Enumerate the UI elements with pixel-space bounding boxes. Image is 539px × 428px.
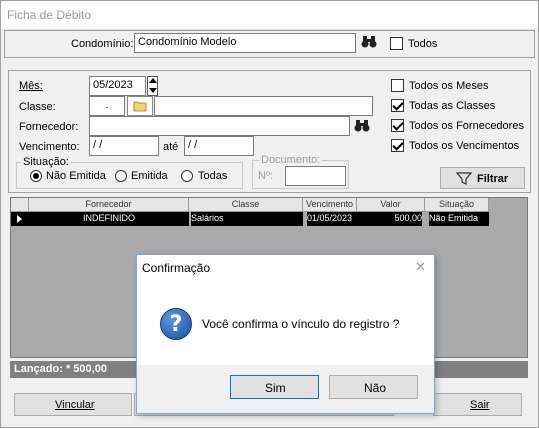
- cell-fornecedor: INDEFINIDO: [29, 212, 189, 226]
- documento-label: Documento:: [259, 154, 323, 166]
- title-bar: Ficha de Débito: [0, 0, 539, 30]
- ate-label: até: [163, 141, 179, 153]
- folder-icon[interactable]: [127, 96, 153, 116]
- cell-situacao: Não Emitida: [429, 212, 489, 226]
- nao-label: Não: [364, 381, 387, 395]
- condominio-label: Condomínio:: [71, 38, 134, 50]
- sim-label: Sim: [265, 381, 286, 395]
- sim-button[interactable]: Sim: [230, 375, 319, 399]
- cell-vencimento: 01/05/2023: [307, 212, 357, 226]
- condominio-input[interactable]: Condomínio Modelo: [134, 33, 356, 53]
- todos-vencimentos-checkbox[interactable]: [391, 139, 404, 152]
- condominio-panel: Condomínio: Condomínio Modelo Todos: [4, 30, 535, 58]
- close-icon[interactable]: ✕: [415, 259, 426, 275]
- lancado-total: Lançado: * 500,00: [14, 363, 107, 375]
- fornecedor-input[interactable]: [89, 116, 350, 136]
- vincular-button[interactable]: Vincular: [14, 393, 132, 416]
- radio-emitida-label: Emitida: [131, 170, 168, 182]
- dialog-message: Você confirma o vínculo do registro ?: [202, 317, 400, 331]
- venc-de-input[interactable]: / /: [89, 136, 159, 156]
- window-title: Ficha de Débito: [7, 8, 92, 22]
- todas-classes-label: Todas as Classes: [409, 100, 496, 112]
- radio-todas[interactable]: [181, 170, 193, 182]
- col-fornecedor[interactable]: Fornecedor: [29, 198, 189, 212]
- mes-spinner[interactable]: [147, 76, 158, 96]
- venc-ate-input[interactable]: / /: [184, 136, 254, 156]
- vencimento-label: Vencimento:: [19, 141, 80, 153]
- filtrar-button[interactable]: Filtrar: [440, 167, 525, 189]
- todos-vencimentos-label: Todos os Vencimentos: [409, 140, 520, 152]
- sair-button[interactable]: Sair: [433, 393, 522, 416]
- col-situacao[interactable]: Situação: [425, 198, 489, 212]
- vincular-label: Vincular: [55, 399, 95, 411]
- sair-label: Sair: [470, 399, 490, 411]
- col-classe[interactable]: Classe: [189, 198, 303, 212]
- todos-fornecedores-checkbox[interactable]: [391, 119, 404, 132]
- todos-label: Todos: [408, 38, 438, 50]
- table-row[interactable]: INDEFINIDO Salários 01/05/2023 500,00 Nã…: [11, 212, 489, 226]
- classe-code-input[interactable]: .: [89, 96, 125, 116]
- nao-button[interactable]: Não: [329, 375, 418, 399]
- filtrar-label: Filtrar: [477, 173, 509, 185]
- col-vencimento[interactable]: Vencimento: [303, 198, 357, 212]
- radio-nao-emitida[interactable]: [30, 170, 42, 182]
- radio-nao-emitida-label: Não Emitida: [46, 170, 106, 182]
- mes-label: Mês:: [19, 80, 43, 92]
- todos-fornecedores-label: Todos os Fornecedores: [409, 120, 524, 132]
- grid-corner: [11, 198, 29, 212]
- classe-desc-input[interactable]: [154, 96, 373, 116]
- confirm-dialog: Confirmação ✕ ? Você confirma o vínculo …: [136, 254, 435, 414]
- todos-meses-label: Todos os Meses: [409, 80, 489, 92]
- dialog-body: ? Você confirma o vínculo do registro ?: [137, 279, 434, 365]
- row-indicator: [11, 212, 29, 226]
- spin-down-icon[interactable]: [149, 88, 157, 93]
- situacao-label: Situação:: [21, 156, 71, 168]
- col-valor[interactable]: Valor: [357, 198, 425, 212]
- numero-label: Nº:: [258, 170, 274, 182]
- dialog-titlebar: Confirmação ✕: [137, 255, 434, 279]
- classe-label: Classe:: [19, 101, 56, 113]
- search-icon[interactable]: [361, 35, 377, 52]
- fornecedor-label: Fornecedor:: [19, 121, 79, 133]
- radio-todas-label: Todas: [198, 170, 228, 182]
- fornecedor-search-icon[interactable]: [354, 119, 370, 136]
- cell-valor: 500,00: [357, 212, 422, 226]
- spin-up-icon[interactable]: [149, 78, 157, 83]
- grid-header: Fornecedor Classe Vencimento Valor Situa…: [11, 198, 489, 212]
- todos-checkbox[interactable]: [390, 37, 403, 50]
- todas-classes-checkbox[interactable]: [391, 99, 404, 112]
- mes-input[interactable]: 05/2023: [89, 76, 146, 96]
- radio-emitida[interactable]: [115, 170, 127, 182]
- cell-classe: Salários: [191, 212, 303, 226]
- numero-input[interactable]: [285, 166, 346, 186]
- filter-icon: [455, 172, 473, 188]
- todos-meses-checkbox[interactable]: [391, 79, 404, 92]
- question-icon: ?: [160, 308, 192, 340]
- filters-panel: Mês: 05/2023 Classe: . Fornecedor: Venci…: [8, 70, 531, 193]
- dialog-title: Confirmação: [142, 261, 211, 275]
